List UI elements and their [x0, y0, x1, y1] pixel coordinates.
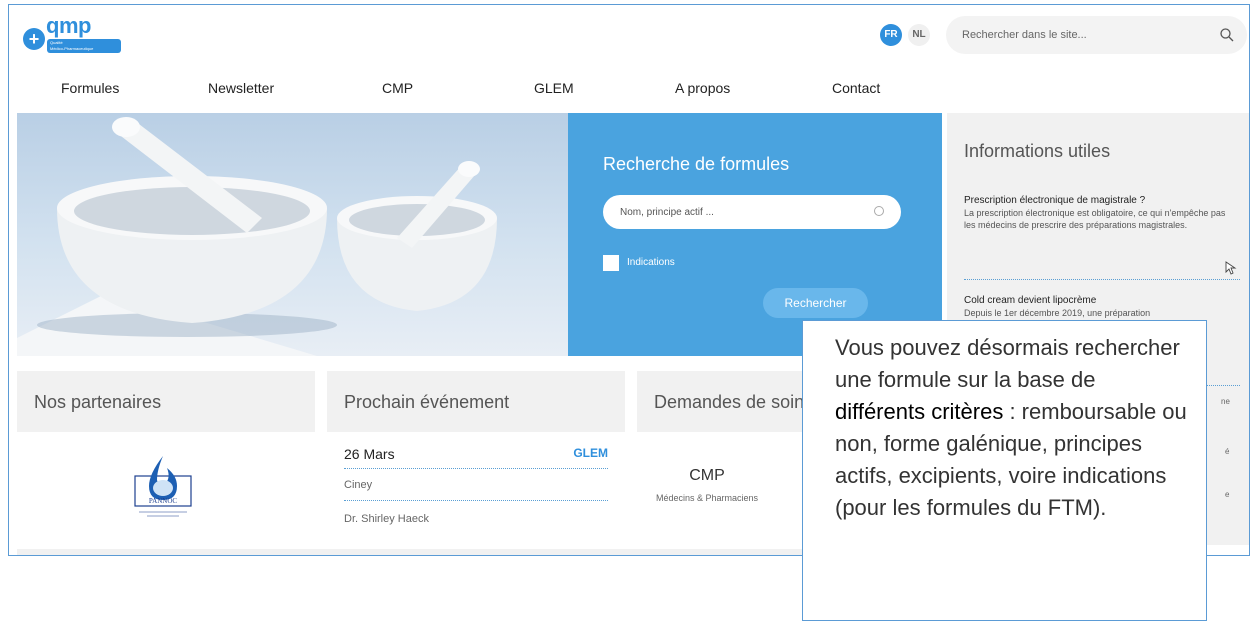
indications-checkbox[interactable]: [603, 255, 619, 271]
formula-search-button[interactable]: Rechercher: [763, 288, 868, 318]
hero-image-mortar-pestle: [17, 113, 569, 356]
useful-info-title: Informations utiles: [964, 141, 1111, 161]
callout-box: Vous pouvez désormais rechercher une for…: [802, 320, 1207, 621]
info-item-title: Prescription électronique de magistrale …: [964, 195, 1146, 206]
callout-highlight: différents critères: [835, 399, 1004, 424]
site-search: [946, 16, 1247, 54]
plus-icon: +: [23, 28, 45, 50]
event-tag[interactable]: GLEM: [573, 445, 608, 461]
divider: [964, 279, 1240, 280]
event-date[interactable]: 26 Mars: [344, 445, 395, 463]
divider: [344, 468, 608, 469]
pannoc-logo[interactable]: PANNOC: [129, 454, 197, 524]
formula-search-title: Recherche de formules: [603, 154, 790, 174]
callout-text-start: Vous pouvez désormais rechercher une for…: [835, 335, 1180, 392]
event-place: Ciney: [344, 479, 373, 491]
nav-item-a-propos[interactable]: A propos: [675, 77, 730, 99]
info-item-title: Cold cream devient lipocrème: [964, 295, 1097, 306]
partners-card: Nos partenaires PANNOC: [17, 371, 315, 541]
info-item[interactable]: Prescription électronique de magistrale …: [964, 194, 1229, 231]
search-icon[interactable]: [1219, 27, 1235, 43]
cmp-subtitle: Médecins & Pharmaciens: [655, 493, 759, 503]
language-fr-button[interactable]: FR: [880, 24, 902, 46]
cmp-link[interactable]: CMP: [637, 466, 777, 486]
info-clipped-text: é: [1225, 447, 1230, 456]
card-header: Nos partenaires: [17, 371, 315, 432]
info-item-text: La prescription électronique est obligat…: [964, 208, 1226, 230]
pannoc-logo-text: PANNOC: [149, 497, 177, 505]
info-clipped-text: ne: [1221, 397, 1230, 406]
event-title: Prochain événement: [344, 392, 510, 412]
mouse-cursor-icon: [1225, 261, 1237, 275]
nav-item-contact[interactable]: Contact: [832, 77, 880, 99]
nav-item-glem[interactable]: GLEM: [534, 77, 574, 99]
nav-item-cmp[interactable]: CMP: [382, 77, 413, 99]
divider: [344, 500, 608, 501]
partners-title: Nos partenaires: [34, 392, 162, 412]
site-search-input[interactable]: [962, 25, 1202, 45]
logo-tagline-line-2: Médico-Pharmaceutique: [50, 46, 94, 51]
event-card: Prochain événement 26 Mars GLEM Ciney Dr…: [327, 371, 625, 541]
callout-text: Vous pouvez désormais rechercher une for…: [835, 332, 1190, 524]
card-header: Prochain événement: [327, 371, 625, 432]
nav-item-formules[interactable]: Formules: [61, 77, 119, 99]
info-clipped-text: e: [1225, 490, 1230, 499]
logo-tagline: Qualité Médico-Pharmaceutique: [47, 39, 121, 53]
qmp-logo[interactable]: + qmp Qualité Médico-Pharmaceutique: [19, 11, 127, 55]
formula-search-input[interactable]: [620, 203, 870, 221]
info-item-text: Depuis le 1er décembre 2019, une prépara…: [964, 308, 1151, 318]
indications-checkbox-label: Indications: [627, 257, 675, 268]
care-requests-title: Demandes de soins: [654, 392, 814, 412]
search-icon[interactable]: [874, 206, 884, 216]
formula-search-field: [603, 195, 901, 229]
logo-wordmark: qmp: [46, 13, 91, 38]
main-nav: Formules Newsletter CMP GLEM A propos Co…: [9, 77, 939, 99]
info-item[interactable]: Cold cream devient lipocrème Depuis le 1…: [964, 294, 1229, 319]
event-person: Dr. Shirley Haeck: [344, 513, 429, 525]
nav-item-newsletter[interactable]: Newsletter: [208, 77, 274, 99]
language-nl-button[interactable]: NL: [908, 24, 930, 46]
